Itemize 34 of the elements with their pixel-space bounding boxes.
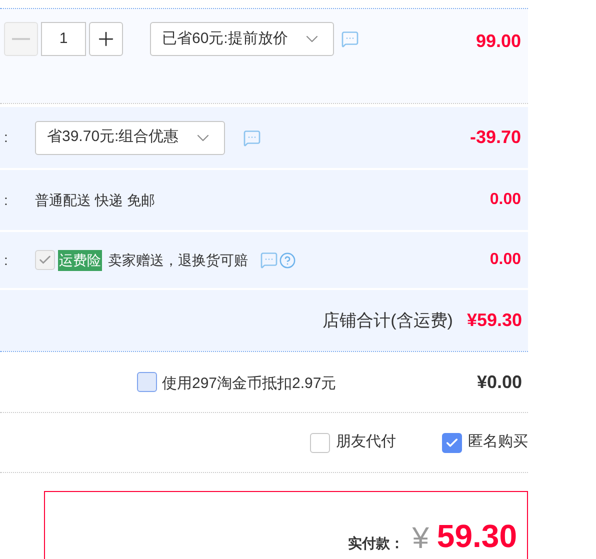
minus-icon [12, 38, 30, 40]
coins-amount: ¥0.00 [476, 370, 522, 394]
checkbox[interactable] [310, 432, 330, 452]
coins-checkbox[interactable] [137, 372, 157, 392]
promo-dropdown[interactable]: 省39.70元:组合优惠 [35, 120, 225, 154]
payment-label: 实付款： [348, 534, 404, 553]
chat-icon[interactable] [340, 30, 359, 48]
payment-amount: 59.30 [436, 517, 517, 556]
option-label: 匿名购买 [468, 432, 528, 452]
promo-dropdown[interactable]: 已省60元:提前放价 [150, 22, 334, 56]
increase-button[interactable] [89, 22, 123, 56]
quantity-field[interactable]: 1 [41, 22, 86, 56]
check-icon [445, 436, 459, 450]
chat-icon[interactable] [260, 251, 278, 269]
checkbox[interactable] [442, 432, 462, 452]
insurance-text: 卖家赠送，退换货可赔 [108, 250, 248, 270]
shop-total-amount: ¥59.30 [466, 309, 522, 332]
shipping-text: 普通配送 快递 免邮 [35, 190, 155, 210]
option-checkbox[interactable]: 朋友代付 [310, 431, 396, 454]
option-checkbox[interactable]: 匿名购买 [442, 431, 528, 454]
help-icon[interactable] [279, 252, 296, 268]
currency-symbol: ¥ [412, 521, 429, 557]
row-label: : [4, 190, 9, 210]
insurance-amount: 0.00 [490, 250, 521, 270]
row-label: : [4, 250, 9, 270]
discount-amount: -39.70 [470, 126, 521, 149]
option-label: 朋友代付 [336, 432, 396, 452]
chat-icon[interactable] [242, 128, 261, 146]
item-price: 99.00 [476, 30, 521, 53]
shipping-amount: 0.00 [490, 190, 521, 210]
coins-text: 使用297淘金币抵扣2.97元 [162, 374, 336, 394]
shop-total-label: 店铺合计(含运费) [322, 310, 453, 332]
row-label: : [4, 128, 9, 147]
insurance-tag: 运费险 [58, 250, 102, 270]
